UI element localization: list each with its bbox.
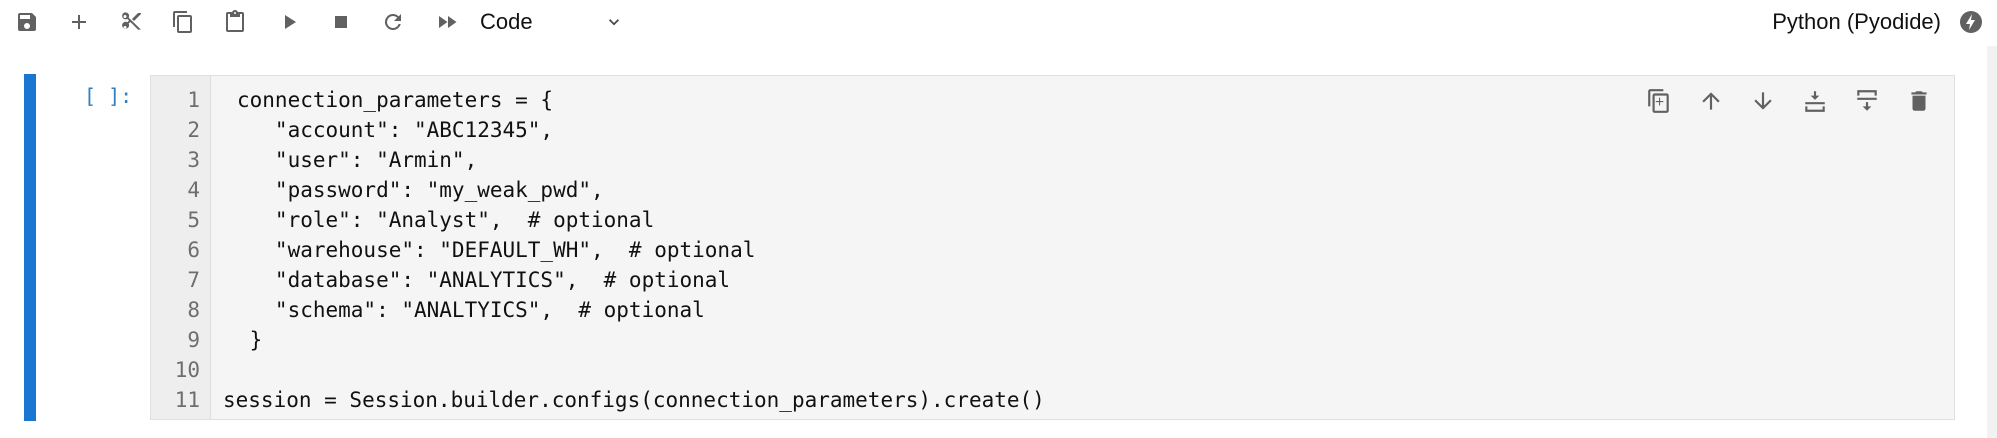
code-line: }: [237, 328, 263, 352]
line-number: 8: [187, 298, 200, 322]
line-number: 1: [187, 88, 200, 112]
duplicate-icon: [1648, 89, 1669, 113]
line-number: 9: [187, 328, 200, 352]
scrollbar[interactable]: [1987, 46, 1997, 438]
line-number: 4: [187, 178, 200, 202]
active-cell-indicator[interactable]: [24, 74, 36, 421]
kernel-name[interactable]: Python (Pyodide): [1772, 8, 1941, 36]
line-number: 7: [187, 268, 200, 292]
move-cell-up-button[interactable]: [1694, 84, 1728, 118]
plus-icon: [72, 15, 86, 29]
duplicate-cell-button[interactable]: [1642, 84, 1676, 118]
stop-icon: [335, 16, 347, 28]
code-line: "schema": "ANALTYICS", # optional: [237, 298, 705, 322]
execution-prompt: [ ]:: [84, 84, 133, 108]
cell-type-select[interactable]: Code: [480, 4, 630, 40]
code-line: "warehouse": "DEFAULT_WH", # optional: [237, 238, 756, 262]
cell-type-label: Code: [480, 9, 533, 34]
insert-cell-below-button[interactable]: [1850, 84, 1884, 118]
insert-below-icon: [1857, 90, 1877, 111]
code-line: "password": "my_weak_pwd",: [237, 178, 604, 202]
paste-button[interactable]: [218, 7, 252, 37]
insert-above-icon: [1805, 91, 1825, 112]
cell-toolbar: [1642, 84, 1936, 118]
code-line: session = Session.builder.configs(connec…: [223, 388, 1045, 412]
line-number: 3: [187, 148, 200, 172]
arrow-down-icon: [1754, 92, 1772, 110]
copy-button[interactable]: [166, 7, 200, 37]
code-line: "database": "ANALYTICS", # optional: [237, 268, 731, 292]
cut-button[interactable]: [114, 7, 148, 37]
line-number: 11: [174, 388, 200, 412]
run-button[interactable]: [272, 7, 306, 37]
arrow-up-icon: [1702, 92, 1720, 110]
line-number: 10: [174, 358, 200, 382]
insert-cell-above-button[interactable]: [1798, 84, 1832, 118]
line-number: 5: [187, 208, 200, 232]
copy-icon: [173, 11, 192, 33]
save-button[interactable]: [10, 7, 44, 37]
code-editor[interactable]: 1 2 3 4 5 6 7 8 9 10 11 connection_param…: [150, 75, 1955, 420]
line-number: 2: [187, 118, 200, 142]
line-number: 6: [187, 238, 200, 262]
scissors-icon: [122, 12, 141, 30]
chevron-down-icon: [609, 19, 619, 26]
code-line: "user": "Armin",: [237, 148, 478, 172]
clipboard-icon: [226, 10, 244, 32]
save-icon: [18, 13, 36, 31]
code-line: "account": "ABC12345",: [237, 118, 554, 142]
delete-cell-button[interactable]: [1902, 84, 1936, 118]
move-cell-down-button[interactable]: [1746, 84, 1780, 118]
restart-run-all-button[interactable]: [430, 7, 464, 37]
code-line: "role": "Analyst", # optional: [237, 208, 655, 232]
add-cell-button[interactable]: [62, 7, 96, 37]
line-number-gutter: 1 2 3 4 5 6 7 8 9 10 11: [151, 76, 211, 419]
refresh-icon: [384, 13, 401, 30]
play-icon: [285, 15, 296, 29]
restart-button[interactable]: [376, 7, 410, 37]
kernel-status-icon: [1960, 11, 1982, 33]
notebook-toolbar: Code Python (Pyodide): [0, 0, 1997, 46]
fast-forward-icon: [439, 16, 457, 28]
interrupt-button[interactable]: [324, 7, 358, 37]
trash-icon: [1911, 91, 1927, 111]
code-line: connection_parameters = {: [237, 88, 554, 112]
